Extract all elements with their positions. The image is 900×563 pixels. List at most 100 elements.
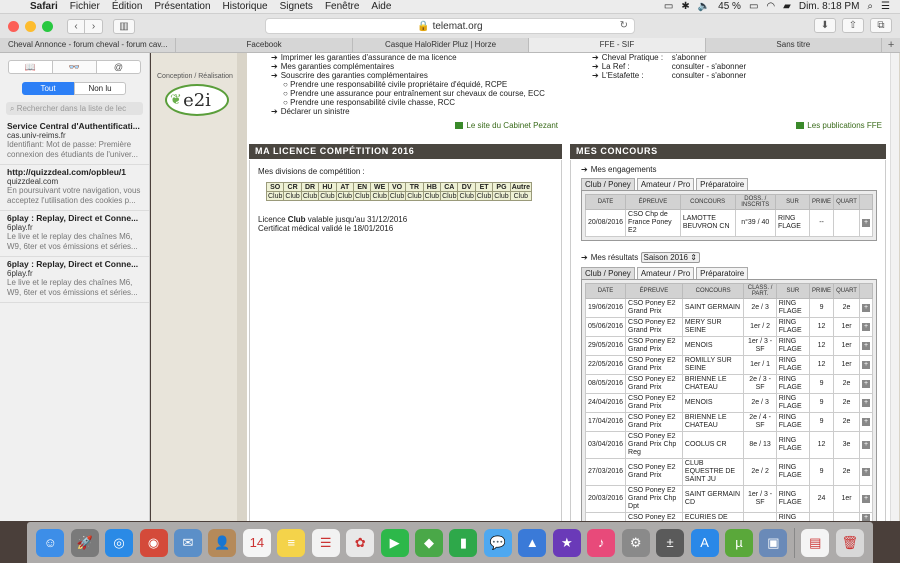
numbers-icon[interactable]: ▮: [449, 528, 478, 557]
menu-fichier[interactable]: Fichier: [64, 1, 106, 12]
menu-historique[interactable]: Historique: [217, 1, 274, 12]
table-row[interactable]: 29/05/2016 CSO Poney E2 Grand Prix MENOIS 1…: [584, 336, 874, 356]
tab-club-poney[interactable]: Club / Poney: [581, 178, 635, 190]
expand-plus-icon[interactable]: +: [861, 495, 870, 503]
calendar-icon[interactable]: 14: [242, 528, 271, 557]
assurance-link[interactable]: ➔ Mes garanties complémentaires: [271, 62, 562, 71]
zoom-window-button[interactable]: [42, 20, 53, 32]
filter-unread[interactable]: Non lu: [74, 82, 126, 95]
expand-plus-icon[interactable]: +: [861, 514, 870, 521]
tab-club-poney[interactable]: Club / Poney: [581, 267, 635, 279]
publication-action[interactable]: consulter - s'abonner: [672, 71, 746, 80]
expand-plus-icon[interactable]: +: [861, 468, 870, 476]
e2i-logo[interactable]: ❦ e2i: [165, 84, 229, 116]
expand-plus-icon[interactable]: +: [861, 441, 870, 449]
table-row[interactable]: 24/04/2016 CSO Poney E2 Grand Prix MENOIS 2…: [584, 393, 874, 413]
page-scrollbar[interactable]: [890, 53, 899, 521]
imovie-icon[interactable]: ★: [552, 528, 581, 557]
table-row[interactable]: 20/03/2016 CSO Poney E2 Grand Prix Chp Dp…: [584, 485, 874, 513]
forward-button[interactable]: ›: [85, 18, 103, 34]
assurance-sublink[interactable]: ○ Prendre une assurance pour entraînemen…: [271, 89, 562, 98]
list-item[interactable]: http://quizzdeal.com/opbleu/1 quizzdeal.…: [0, 165, 149, 211]
chrome-icon[interactable]: ◉: [139, 528, 168, 557]
table-row[interactable]: 03/04/2016 CSO Poney E2 Grand Prix Chp Re…: [584, 431, 874, 459]
new-tab-button[interactable]: +: [882, 38, 900, 52]
iphoto-icon[interactable]: ▣: [759, 528, 788, 557]
table-row[interactable]: 19/06/2016 CSO Poney E2 Grand Prix SAINT G…: [584, 298, 874, 318]
calculator-icon[interactable]: ±: [656, 528, 685, 557]
expand-plus-icon[interactable]: +: [861, 219, 870, 227]
list-item[interactable]: 6play : Replay, Direct et Conne... 6play…: [0, 257, 149, 303]
tabs-overview-button[interactable]: ⧉: [870, 18, 892, 33]
menu-presentation[interactable]: Présentation: [148, 1, 216, 12]
system-preferences-icon[interactable]: ⚙: [621, 528, 650, 557]
menu-edition[interactable]: Édition: [106, 1, 149, 12]
notes-icon[interactable]: ≡: [277, 528, 306, 557]
assurance-link[interactable]: ➔ Déclarer un sinistre: [271, 107, 562, 116]
battery-percent[interactable]: 45 %: [718, 1, 741, 12]
minimize-window-button[interactable]: [25, 20, 36, 32]
notification-center-icon[interactable]: ☰: [881, 1, 890, 12]
itunes-icon[interactable]: ♪: [587, 528, 616, 557]
shared-links-icon[interactable]: @: [97, 61, 140, 73]
assurance-link[interactable]: ➔ Souscrire des garanties complémentaires: [271, 71, 562, 80]
utorrent-icon[interactable]: µ: [724, 528, 753, 557]
list-item[interactable]: 6play : Replay, Direct et Conne... 6play…: [0, 211, 149, 257]
keynote-icon[interactable]: ▲: [518, 528, 547, 557]
reload-icon[interactable]: ↻: [620, 20, 628, 31]
assurance-sublink[interactable]: ○ Prendre une responsabilité civile chas…: [271, 98, 562, 107]
battery-icon[interactable]: ▭: [749, 1, 758, 12]
publications-link[interactable]: Les publications FFE: [796, 121, 882, 130]
tab-cheval-annonce[interactable]: Cheval Annonce - forum cheval - forum ca…: [0, 38, 177, 52]
table-row[interactable]: 27/03/2016 CSO Poney E2 Grand Prix CLUB EQ…: [584, 458, 874, 486]
bookmarks-icon[interactable]: 📖: [9, 61, 53, 73]
tab-preparatoire[interactable]: Préparatoire: [696, 267, 749, 279]
spotlight-icon[interactable]: ⌕: [867, 1, 873, 12]
table-row[interactable]: 20/08/2016 CSO Chp de France Poney E2 LAMO…: [584, 209, 874, 237]
table-row[interactable]: 22/05/2016 CSO Poney E2 Grand Prix ROMILLY…: [584, 355, 874, 375]
app-store-icon[interactable]: A: [690, 528, 719, 557]
assurance-link[interactable]: ➔ Imprimer les garanties d'assurance de m…: [271, 53, 562, 62]
menu-signets[interactable]: Signets: [274, 1, 319, 12]
expand-plus-icon[interactable]: +: [861, 304, 870, 312]
filter-all[interactable]: Tout: [22, 82, 74, 95]
maps-icon[interactable]: ◆: [415, 528, 444, 557]
publication-action[interactable]: s'abonner: [672, 53, 707, 62]
volume-icon[interactable]: 🔈: [698, 1, 710, 12]
photos-icon[interactable]: ✿: [346, 528, 375, 557]
table-row[interactable]: CSO Poney E2 ECURIES DE RING +: [584, 512, 874, 521]
tab-amateur-pro[interactable]: Amateur / Pro: [636, 267, 695, 279]
menu-fenetre[interactable]: Fenêtre: [319, 1, 365, 12]
tab-sans-titre[interactable]: Sans titre: [706, 38, 883, 52]
pezant-link[interactable]: Le site du Cabinet Pezant: [455, 121, 558, 130]
expand-plus-icon[interactable]: +: [861, 342, 870, 350]
tab-amateur-pro[interactable]: Amateur / Pro: [636, 178, 695, 190]
expand-plus-icon[interactable]: +: [861, 418, 870, 426]
finder-icon[interactable]: ☺: [36, 528, 65, 557]
bluetooth-icon[interactable]: ✱: [681, 1, 689, 12]
preview-icon[interactable]: ✉: [173, 528, 202, 557]
table-row[interactable]: 17/04/2016 CSO Poney E2 Grand Prix BRIENNE…: [584, 412, 874, 432]
table-row[interactable]: 05/06/2016 CSO Poney E2 Grand Prix MERY SU…: [584, 317, 874, 337]
reminders-icon[interactable]: ☰: [311, 528, 340, 557]
tab-preparatoire[interactable]: Préparatoire: [696, 178, 749, 190]
close-window-button[interactable]: [8, 20, 19, 32]
clock[interactable]: Dim. 8:18 PM: [799, 1, 860, 12]
share-button[interactable]: ⇧: [842, 18, 864, 33]
back-button[interactable]: ‹: [67, 18, 85, 34]
screen-icon[interactable]: ▭: [664, 1, 673, 12]
tab-ffe-sif[interactable]: FFE - SIF: [529, 38, 706, 52]
messages-icon[interactable]: 💬: [483, 528, 512, 557]
expand-plus-icon[interactable]: +: [861, 399, 870, 407]
menu-app[interactable]: Safari: [24, 1, 64, 12]
reading-list-icon[interactable]: 👓: [53, 61, 97, 73]
wifi-icon[interactable]: ◠: [766, 1, 775, 12]
tab-facebook[interactable]: Facebook: [176, 38, 353, 52]
flag-icon[interactable]: ▰: [783, 1, 791, 12]
facetime-icon[interactable]: ▶: [380, 528, 409, 557]
expand-plus-icon[interactable]: +: [861, 380, 870, 388]
reading-list-search[interactable]: ⌕ Rechercher dans la liste de lec: [6, 102, 143, 115]
list-item[interactable]: Service Central d'Authentificati... cas.…: [0, 119, 149, 165]
safari-icon[interactable]: ◎: [105, 528, 134, 557]
menu-aide[interactable]: Aide: [365, 1, 397, 12]
